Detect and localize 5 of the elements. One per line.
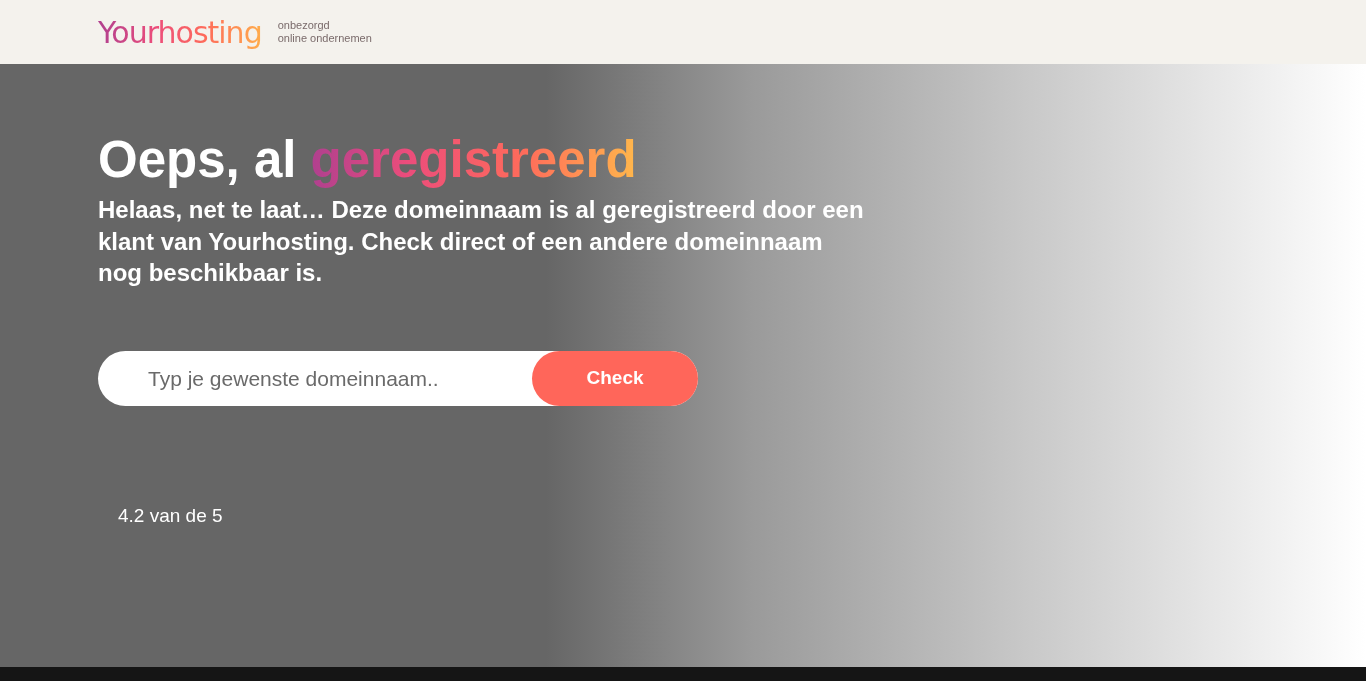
- rating-text: 4.2 van de 5: [118, 504, 223, 529]
- check-button[interactable]: Check: [532, 351, 698, 407]
- tagline: onbezorgd online ondernemen: [277, 19, 372, 45]
- message-text: Helaas, net te laat… Deze domeinnaam is al geregistreerd door een klant van Yourhosting. Check direct of een andere domeinnaam nog beschikbaar is.: [98, 195, 865, 289]
- domain-search-field[interactable]: Typ je gewenste domeinnaam.. Check: [98, 351, 698, 407]
